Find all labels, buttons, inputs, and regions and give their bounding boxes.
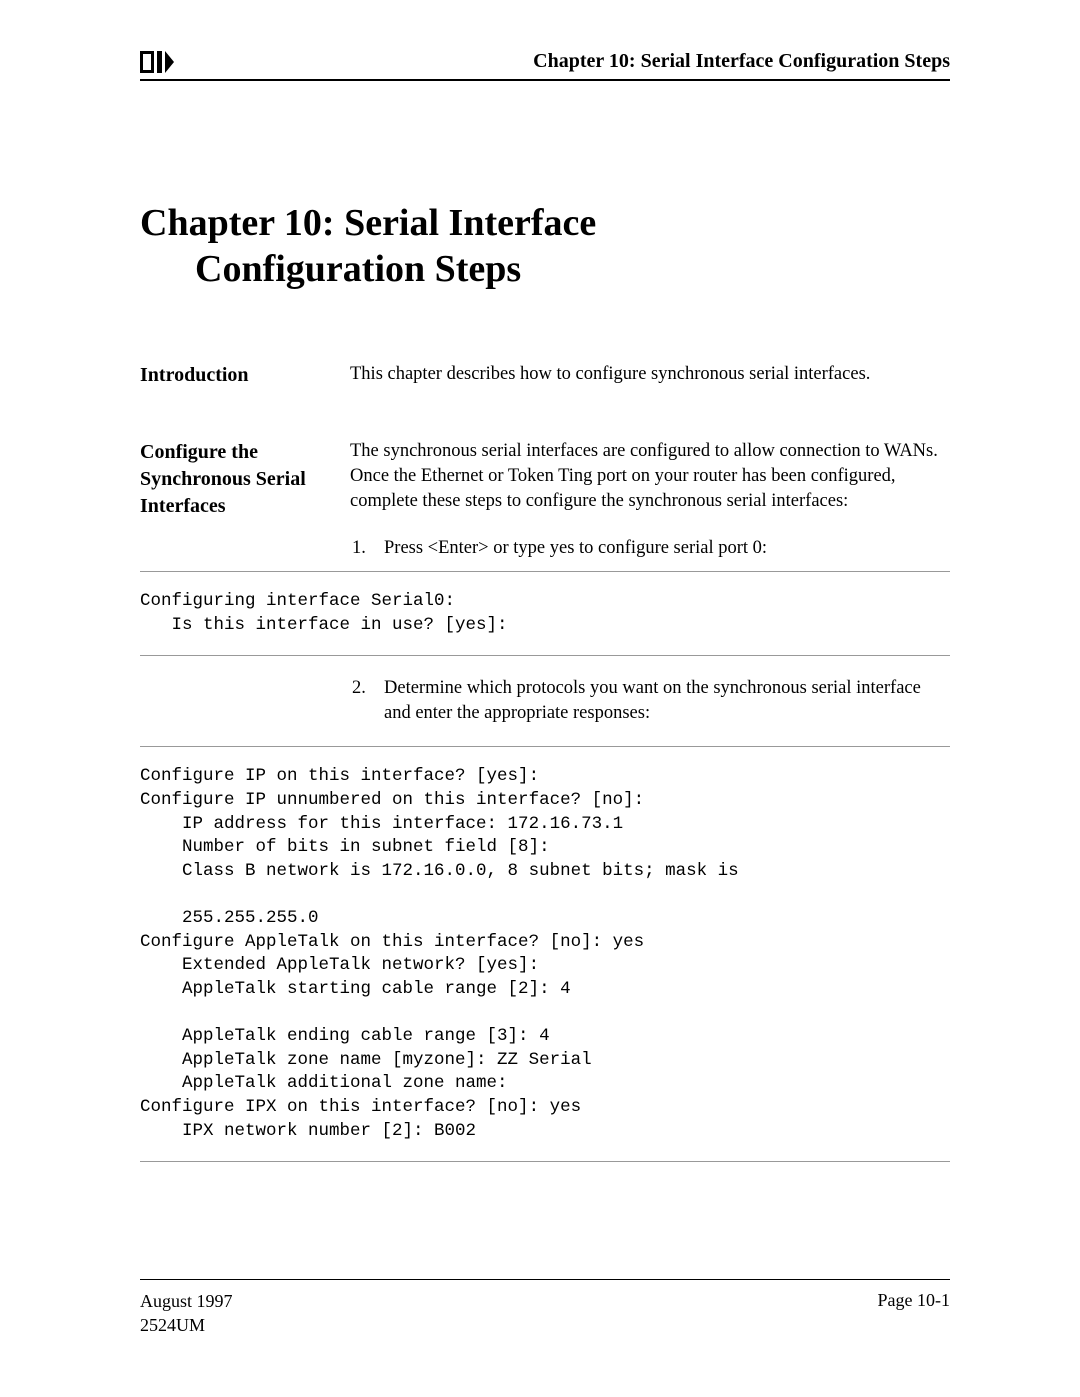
section-body-configure: The synchronous serial interfaces are co… [350,439,950,561]
step-2-body: 2. Determine which protocols you want on… [350,676,950,726]
chapter-title-line1: Chapter 10: Serial Interface [140,201,950,247]
logo-icon [140,51,174,73]
chapter-title-line2: Configuration Steps [140,247,950,293]
step-2: 2. Determine which protocols you want on… [350,676,950,726]
section-body-introduction: This chapter describes how to configure … [350,362,950,387]
footer-left: August 1997 2524UM [140,1290,233,1337]
section-label-configure: Configure the Synchronous Serial Interfa… [140,439,320,520]
footer-page-number: Page 10-1 [878,1290,950,1337]
step-2-number: 2. [352,676,370,726]
step-1-text: Press <Enter> or type yes to configure s… [384,536,767,561]
section-introduction: Introduction This chapter describes how … [140,362,950,389]
configure-body-text: The synchronous serial interfaces are co… [350,439,950,514]
step-1: 1. Press <Enter> or type yes to configur… [350,536,950,561]
step-2-row: 2. Determine which protocols you want on… [140,676,950,726]
code-block-serial0: Configuring interface Serial0: Is this i… [140,571,950,656]
chapter-title: Chapter 10: Serial Interface Configurati… [140,201,950,292]
section-configure: Configure the Synchronous Serial Interfa… [140,439,950,561]
footer-date: August 1997 [140,1290,233,1313]
page-footer: August 1997 2524UM Page 10-1 [140,1279,950,1337]
page-header: Chapter 10: Serial Interface Configurati… [140,50,950,81]
step-2-spacer [140,676,320,726]
step-2-text: Determine which protocols you want on th… [384,676,950,726]
header-chapter-title: Chapter 10: Serial Interface Configurati… [533,50,950,73]
code-block-protocols: Configure IP on this interface? [yes]: C… [140,746,950,1162]
footer-doc-id: 2524UM [140,1314,233,1337]
section-label-introduction: Introduction [140,362,320,389]
step-1-number: 1. [352,536,370,561]
